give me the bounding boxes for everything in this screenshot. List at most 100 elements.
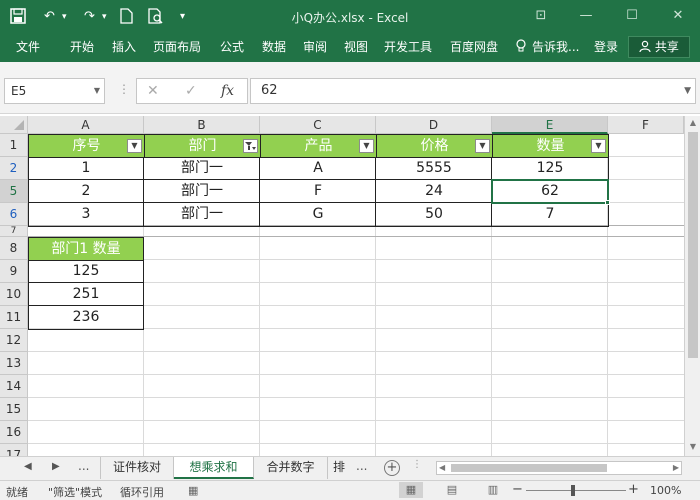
ribbon-display-options-icon[interactable]: ⊡ [530, 6, 552, 26]
tab-review[interactable]: 审阅 [303, 39, 327, 55]
filter-dropdown-icon[interactable]: ▼ [591, 139, 606, 153]
zoom-in-icon[interactable]: + [628, 482, 639, 497]
expand-formula-bar-icon[interactable]: ▼ [684, 79, 691, 103]
page-break-view-icon[interactable]: ▥ [481, 482, 505, 498]
column-header-b[interactable]: B [144, 116, 260, 134]
column-header-f[interactable]: F [608, 116, 684, 134]
row-header[interactable]: 11 [0, 306, 28, 329]
tab-view[interactable]: 视图 [344, 39, 368, 55]
row-header[interactable]: 10 [0, 283, 28, 306]
scrollbar-thumb[interactable] [451, 464, 607, 472]
macro-record-icon[interactable]: ▦ [188, 484, 198, 497]
prev-sheet-icon[interactable]: ◀ [24, 461, 32, 472]
vertical-scrollbar[interactable]: ▲ ▼ [684, 116, 700, 456]
table-cell[interactable]: 7 [492, 203, 608, 226]
table-cell[interactable]: 部门一 [144, 180, 260, 203]
enter-icon[interactable]: ✓ [185, 82, 197, 100]
tell-me-search[interactable]: 告诉我... [532, 39, 579, 55]
summary-value[interactable]: 236 [28, 306, 144, 329]
table-cell[interactable]: 125 [492, 157, 608, 180]
zoom-out-icon[interactable]: − [512, 482, 523, 497]
fill-handle[interactable] [605, 200, 610, 205]
column-header-a[interactable]: A [28, 116, 144, 134]
minimize-icon[interactable]: — [575, 6, 597, 26]
row-header[interactable]: 1 [0, 134, 28, 157]
table-cell[interactable]: 部门一 [144, 157, 260, 180]
share-button[interactable]: 共享 [628, 36, 690, 58]
summary-header[interactable]: 部门1 数量 [28, 237, 144, 261]
tab-split-handle[interactable]: ⋮ [412, 459, 422, 470]
row-header[interactable]: 12 [0, 329, 28, 352]
tab-developer[interactable]: 开发工具 [384, 39, 432, 55]
summary-value[interactable]: 251 [28, 283, 144, 306]
insert-function-icon[interactable]: fx [221, 82, 234, 100]
scroll-right-icon[interactable]: ▶ [673, 462, 679, 474]
filter-active-icon[interactable] [243, 139, 258, 153]
formula-bar-resize-handle[interactable]: ⋮ [118, 82, 130, 96]
table-cell[interactable]: 2 [28, 180, 144, 203]
table-cell[interactable]: 部门一 [144, 203, 260, 226]
add-sheet-icon[interactable]: + [384, 460, 400, 476]
page-layout-view-icon[interactable]: ▤ [440, 482, 464, 498]
more-sheets-left[interactable]: ... [78, 459, 89, 473]
row-header[interactable]: 8 [0, 237, 28, 260]
login-link[interactable]: 登录 [594, 39, 618, 55]
zoom-level[interactable]: 100% [650, 484, 681, 497]
tab-formulas[interactable]: 公式 [220, 39, 244, 55]
table-cell-selected[interactable]: 62 [492, 180, 608, 203]
formula-input[interactable]: 62 ▼ [250, 78, 696, 104]
filter-dropdown-icon[interactable]: ▼ [475, 139, 490, 153]
row-header[interactable]: 2 [0, 157, 28, 180]
sheet-tab[interactable]: 证件核对 [100, 457, 174, 479]
table-cell[interactable]: 3 [28, 203, 144, 226]
sheet-tab[interactable]: 排 [328, 457, 350, 479]
row-header[interactable]: 16 [0, 421, 28, 444]
zoom-slider-knob[interactable] [571, 485, 575, 496]
row-header[interactable]: 5 [0, 180, 28, 203]
zoom-slider-track[interactable] [526, 490, 626, 491]
table-cell[interactable]: 1 [28, 157, 144, 180]
table-cell[interactable]: A [260, 157, 376, 180]
column-header-e[interactable]: E [492, 116, 608, 134]
restore-icon[interactable]: ☐ [621, 6, 643, 26]
summary-value[interactable]: 125 [28, 260, 144, 283]
name-box[interactable]: E5 ▼ [4, 78, 105, 104]
row-header[interactable]: 6 [0, 203, 28, 226]
next-sheet-icon[interactable]: ▶ [52, 461, 60, 472]
tab-file[interactable]: 文件 [16, 39, 40, 55]
scrollbar-thumb[interactable] [688, 132, 698, 358]
table-cell[interactable]: 50 [376, 203, 492, 226]
scroll-left-icon[interactable]: ◀ [439, 462, 445, 474]
row-header[interactable]: 13 [0, 352, 28, 375]
filter-dropdown-icon[interactable]: ▼ [359, 139, 374, 153]
row-header[interactable]: 9 [0, 260, 28, 283]
table-cell[interactable]: G [260, 203, 376, 226]
tab-baidu-netdisk[interactable]: 百度网盘 [450, 39, 498, 55]
row-header[interactable]: 17 [0, 444, 28, 456]
tab-insert[interactable]: 插入 [112, 39, 136, 55]
normal-view-icon[interactable]: ▦ [399, 482, 423, 498]
lightbulb-icon[interactable] [516, 39, 526, 57]
tab-page-layout[interactable]: 页面布局 [153, 39, 201, 55]
table-cell[interactable]: 5555 [376, 157, 492, 180]
filter-dropdown-icon[interactable]: ▼ [127, 139, 142, 153]
cancel-icon[interactable]: ✕ [147, 82, 159, 100]
row-header[interactable]: 15 [0, 398, 28, 421]
sheet-tab-active[interactable]: 想乘求和 [174, 457, 254, 479]
close-icon[interactable]: ✕ [667, 6, 689, 26]
tab-home[interactable]: 开始 [70, 39, 94, 55]
name-box-dropdown-icon[interactable]: ▼ [94, 79, 100, 103]
column-header-c[interactable]: C [260, 116, 376, 134]
table-cell[interactable]: F [260, 180, 376, 203]
more-sheets-right[interactable]: ... [356, 459, 367, 473]
table-cell[interactable]: 24 [376, 180, 492, 203]
sheet-tab[interactable]: 合并数字 [254, 457, 328, 479]
column-header-d[interactable]: D [376, 116, 492, 134]
horizontal-scrollbar[interactable]: ◀ ▶ [436, 461, 682, 475]
row-header[interactable]: 14 [0, 375, 28, 398]
scroll-up-icon[interactable]: ▲ [685, 116, 700, 130]
scroll-down-icon[interactable]: ▼ [685, 440, 700, 454]
spreadsheet-grid[interactable]: A B C D E F 1 2 5 6 7 8 9 10 11 12 13 14… [0, 116, 684, 456]
row-header[interactable]: 7 [0, 226, 28, 237]
tab-data[interactable]: 数据 [262, 39, 286, 55]
